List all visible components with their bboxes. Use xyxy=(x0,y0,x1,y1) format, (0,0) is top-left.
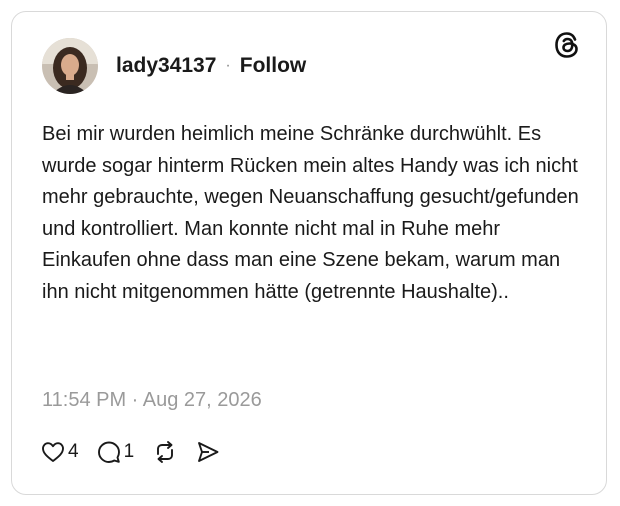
separator-dot: · xyxy=(225,57,231,74)
like-count: 4 xyxy=(68,441,79,462)
repost-icon xyxy=(152,440,178,464)
reply-count: 1 xyxy=(123,441,135,462)
comment-icon xyxy=(97,440,121,464)
post-text: Bei mir wurden heimlich meine Schränke d… xyxy=(42,123,579,303)
heart-icon xyxy=(41,441,65,463)
like-button[interactable]: 4 xyxy=(41,441,79,463)
threads-logo-icon[interactable] xyxy=(552,30,582,60)
post-timestamp: 11:54 PM · Aug 27, 2026 xyxy=(42,389,262,411)
send-icon xyxy=(196,440,220,464)
post-card: lady34137 · Follow Bei mir wurden heimli… xyxy=(11,11,607,495)
post-header: lady34137 · Follow xyxy=(42,38,306,94)
avatar[interactable] xyxy=(42,38,98,94)
reply-button[interactable]: 1 xyxy=(97,440,135,464)
repost-button[interactable] xyxy=(152,440,178,464)
action-bar: 4 1 xyxy=(41,440,220,464)
follow-button[interactable]: Follow xyxy=(240,54,307,78)
share-button[interactable] xyxy=(196,440,220,464)
username[interactable]: lady34137 xyxy=(116,54,216,78)
